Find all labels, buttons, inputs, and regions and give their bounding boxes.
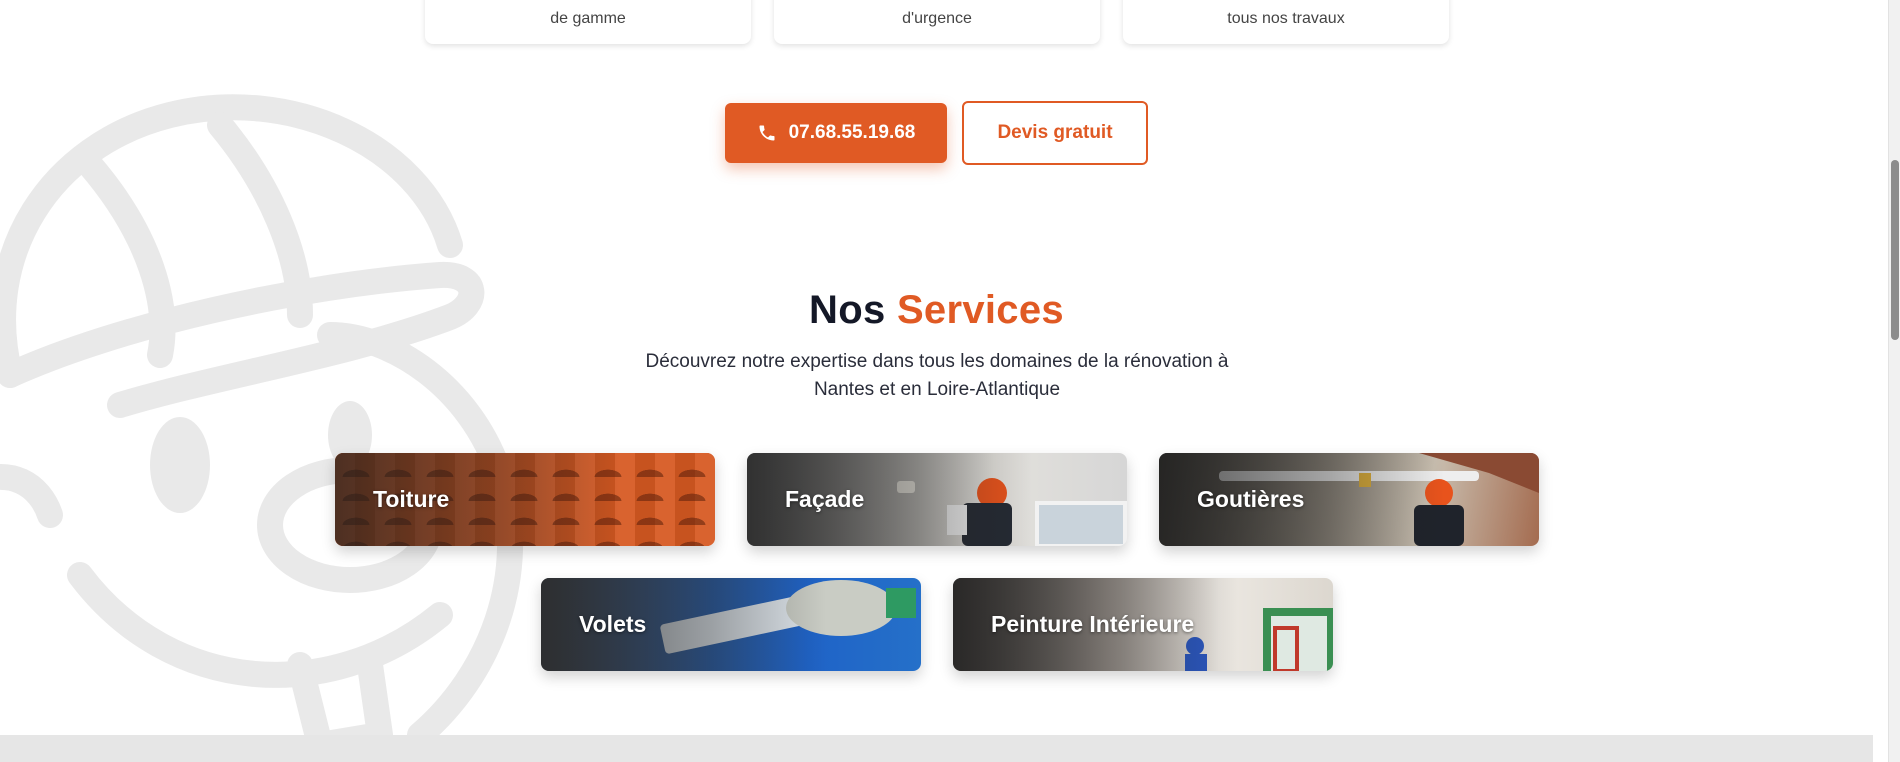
service-card-toiture[interactable]: Toiture	[335, 453, 715, 546]
feature-card-travaux: tous nos travaux	[1123, 0, 1449, 44]
phone-icon	[759, 125, 775, 141]
service-card-volets[interactable]: Volets	[541, 578, 921, 671]
service-card-label: Volets	[579, 611, 647, 637]
services-section-title: Nos Services	[0, 288, 1873, 333]
beaver-mascot-watermark	[0, 94, 524, 755]
feature-card-gamme: de gamme	[425, 0, 751, 44]
title-part-services: Services	[896, 288, 1064, 332]
title-part-nos: Nos	[809, 288, 886, 332]
feature-card-text: tous nos travaux	[1227, 10, 1345, 27]
footer-band	[0, 735, 1873, 762]
service-card-label: Façade	[785, 486, 865, 512]
service-card-label: Peinture Intérieure	[991, 611, 1195, 637]
service-card-goutieres[interactable]: Goutières	[1159, 453, 1539, 546]
page-scrollbar[interactable]	[1888, 0, 1900, 762]
free-quote-button[interactable]: Devis gratuit	[962, 101, 1148, 165]
service-card-label: Toiture	[373, 486, 450, 512]
phone-call-button[interactable]: 07.68.55.19.68	[725, 103, 947, 163]
scrollbar-thumb[interactable]	[1891, 160, 1899, 340]
feature-card-text: d'urgence	[902, 10, 972, 27]
phone-number-label: 07.68.55.19.68	[788, 122, 916, 143]
service-card-label: Goutières	[1197, 486, 1305, 512]
feature-card-text: de gamme	[550, 10, 626, 27]
service-card-facade[interactable]: Façade	[747, 453, 1127, 546]
service-card-peinture-interieure[interactable]: Peinture Intérieure	[953, 578, 1333, 671]
subtitle-line-2: Nantes et en Loire-Atlantique	[813, 379, 1061, 400]
services-section-subtitle: Découvrez notre expertise dans tous les …	[620, 348, 1254, 404]
free-quote-label: Devis gratuit	[997, 122, 1113, 143]
feature-card-urgence: d'urgence	[774, 0, 1100, 44]
subtitle-line-1: Découvrez notre expertise dans tous les …	[645, 351, 1229, 372]
